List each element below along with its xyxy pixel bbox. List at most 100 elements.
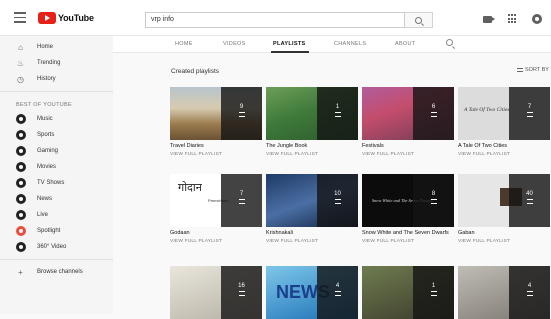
view-full-playlist-link[interactable]: VIEW FULL PLAYLIST xyxy=(170,239,262,244)
view-full-playlist-link[interactable]: VIEW FULL PLAYLIST xyxy=(458,239,550,244)
playlist-title[interactable]: Travel Diaries xyxy=(170,143,262,150)
video-count: 40 xyxy=(526,191,533,197)
video-count: 4 xyxy=(527,283,532,289)
sidebar-item-gaming[interactable]: Gaming xyxy=(0,143,113,159)
search-input[interactable]: vrp info xyxy=(145,12,405,28)
playlist-icon xyxy=(430,291,437,296)
sidebar-item-label: TV Shows xyxy=(37,180,65,186)
playlist-thumbnail[interactable]: Snow White and The Seven Dwarfs 8 xyxy=(362,174,454,227)
video-count: 9 xyxy=(239,104,244,110)
playlist-icon xyxy=(334,199,341,204)
channel-search-icon[interactable] xyxy=(446,39,453,46)
playlist-card: 10 Krishnakali VIEW FULL PLAYLIST xyxy=(266,174,358,244)
playlist-count-overlay: 8 xyxy=(413,174,454,227)
playlist-title[interactable]: Snow White and The Seven Dwarfs xyxy=(362,230,454,237)
playlist-count-overlay: 7 xyxy=(221,174,262,227)
video-count: 7 xyxy=(239,191,244,197)
gaming-icon xyxy=(16,146,26,156)
sidebar-item-home[interactable]: ⌂ Home xyxy=(0,39,113,55)
playlist-icon xyxy=(526,291,533,296)
playlist-title[interactable]: Krishnakali xyxy=(266,230,358,237)
playlist-thumbnail[interactable]: 1 xyxy=(266,87,358,140)
history-icon: ◷ xyxy=(17,74,24,84)
playlist-icon xyxy=(238,199,245,204)
view-full-playlist-link[interactable]: VIEW FULL PLAYLIST xyxy=(362,239,454,244)
sidebar-section-title: BEST OF YOUTUBE xyxy=(16,102,72,108)
youtube-logo[interactable]: YouTube xyxy=(38,11,94,25)
spotlight-icon xyxy=(16,226,26,236)
sidebar-item-news[interactable]: News xyxy=(0,191,113,207)
playlist-card: A Tale Of Two Cities 7 A Tale Of Two Cit… xyxy=(458,87,550,157)
tv-shows-icon xyxy=(16,178,26,188)
playlist-icon xyxy=(334,291,341,296)
playlist-count-overlay: 7 xyxy=(509,87,550,140)
tab-home[interactable]: HOME xyxy=(175,41,193,47)
playlist-icon xyxy=(526,199,533,204)
view-full-playlist-link[interactable]: VIEW FULL PLAYLIST xyxy=(458,152,550,157)
playlist-title[interactable]: Godaan xyxy=(170,230,262,237)
sidebar-item-tv-shows[interactable]: TV Shows xyxy=(0,175,113,191)
sidebar-item-movies[interactable]: Movies xyxy=(0,159,113,175)
video-count: 7 xyxy=(527,104,532,110)
playlist-thumbnail[interactable]: गोदान Premchand 7 xyxy=(170,174,262,227)
apps-icon[interactable] xyxy=(508,14,518,24)
playlist-icon xyxy=(526,112,533,117)
sidebar-item-history[interactable]: ◷ History xyxy=(0,71,113,87)
playlist-title[interactable]: Festivals xyxy=(362,143,454,150)
live-icon xyxy=(16,210,26,220)
sidebar-item-label: Gaming xyxy=(37,148,59,154)
playlist-thumbnail[interactable]: NEWS 4 xyxy=(266,266,358,319)
search-button[interactable] xyxy=(405,12,433,28)
settings-icon[interactable] xyxy=(532,14,542,24)
playlist-thumbnail[interactable]: 40 xyxy=(458,174,550,227)
playlist-title[interactable]: A Tale Of Two Cities xyxy=(458,143,550,150)
playlist-icon xyxy=(430,112,437,117)
video-count: 8 xyxy=(431,191,436,197)
playlist-title[interactable]: Gaban xyxy=(458,230,550,237)
tab-playlists[interactable]: PLAYLISTS xyxy=(273,41,305,47)
playlist-count-overlay: 1 xyxy=(317,87,358,140)
sidebar-item-360-video[interactable]: 360° Video xyxy=(0,239,113,255)
playlist-count-overlay: 4 xyxy=(509,266,550,319)
create-video-icon[interactable] xyxy=(483,16,495,23)
playlist-thumbnail[interactable]: 9 xyxy=(170,87,262,140)
trending-icon: ♨ xyxy=(16,58,25,68)
thumbnail-text: गोदान xyxy=(178,181,202,194)
thumbnail-text: A Tale Of Two Cities xyxy=(464,107,510,113)
playlist-card: गोदान Premchand 7 Godaan VIEW FULL PLAYL… xyxy=(170,174,262,244)
playlist-thumbnail[interactable]: 4 xyxy=(458,266,550,319)
view-full-playlist-link[interactable]: VIEW FULL PLAYLIST xyxy=(266,239,358,244)
view-full-playlist-link[interactable]: VIEW FULL PLAYLIST xyxy=(266,152,358,157)
sidebar-item-label: Sports xyxy=(37,132,55,138)
sidebar-item-label: Spotlight xyxy=(37,228,61,234)
sidebar-item-label: News xyxy=(37,196,53,202)
sidebar-item-music[interactable]: Music xyxy=(0,111,113,127)
view-full-playlist-link[interactable]: VIEW FULL PLAYLIST xyxy=(170,152,262,157)
menu-icon[interactable] xyxy=(14,12,26,23)
sidebar-item-browse-channels[interactable]: + Browse channels xyxy=(0,264,113,280)
tab-about[interactable]: ABOUT xyxy=(395,41,415,47)
video-count: 1 xyxy=(335,104,340,110)
tab-videos[interactable]: VIDEOS xyxy=(223,41,246,47)
news-icon xyxy=(16,194,26,204)
tab-channels[interactable]: CHANNELS xyxy=(334,41,366,47)
movies-icon xyxy=(16,162,26,172)
playlist-thumbnail[interactable]: A Tale Of Two Cities 7 xyxy=(458,87,550,140)
video-count: 4 xyxy=(335,283,340,289)
playlist-thumbnail[interactable]: 16 xyxy=(170,266,262,319)
sort-button[interactable]: SORT BY xyxy=(517,67,549,73)
view-full-playlist-link[interactable]: VIEW FULL PLAYLIST xyxy=(362,152,454,157)
sidebar-item-sports[interactable]: Sports xyxy=(0,127,113,143)
sidebar-divider xyxy=(0,91,113,92)
sidebar-item-label: Browse channels xyxy=(37,269,83,275)
sidebar-item-spotlight[interactable]: Spotlight xyxy=(0,223,113,239)
playlist-thumbnail[interactable]: 6 xyxy=(362,87,454,140)
playlist-thumbnail[interactable]: 10 xyxy=(266,174,358,227)
sidebar: ⌂ Home ♨ Trending ◷ History BEST OF YOUTUBE… xyxy=(0,36,113,314)
sidebar-item-trending[interactable]: ♨ Trending xyxy=(0,55,113,71)
playlist-title[interactable]: The Jungle Book xyxy=(266,143,358,150)
playlist-thumbnail[interactable]: 1 xyxy=(362,266,454,319)
sidebar-item-label: Home xyxy=(37,44,54,50)
sidebar-item-label: 360° Video xyxy=(37,244,67,250)
sidebar-item-live[interactable]: Live xyxy=(0,207,113,223)
